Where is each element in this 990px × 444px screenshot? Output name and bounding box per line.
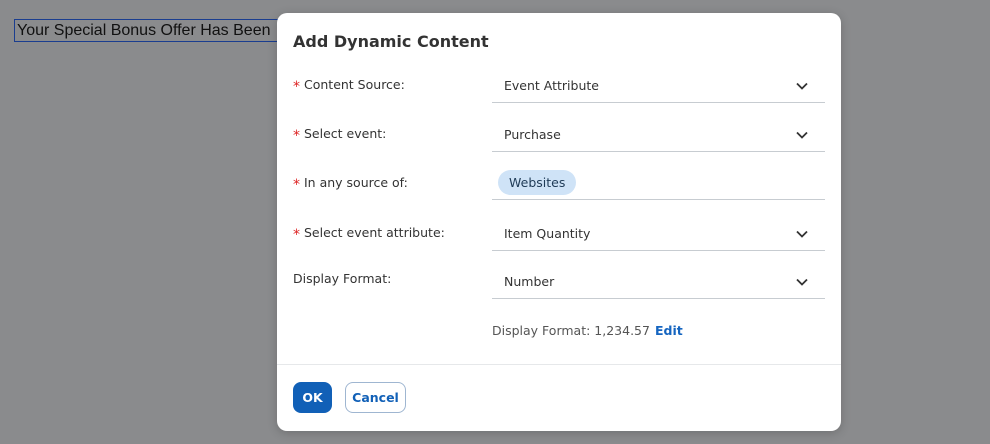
editor-text-selection[interactable]: Your Special Bonus Offer Has Been [14, 19, 300, 42]
select-event-attribute-label: * Select event attribute: [293, 225, 445, 243]
required-asterisk-icon: * [293, 79, 300, 95]
edit-format-link[interactable]: Edit [655, 323, 683, 338]
chevron-down-icon [796, 278, 808, 286]
content-source-label: * Content Source: [293, 77, 405, 95]
chevron-down-icon [796, 131, 808, 139]
cancel-button[interactable]: Cancel [345, 382, 406, 413]
source-chip-input[interactable]: Websites [492, 166, 825, 200]
display-format-value: Number [504, 274, 555, 289]
add-dynamic-content-dialog: Add Dynamic Content * Content Source: Eve… [277, 13, 841, 431]
select-event-attribute-value: Item Quantity [504, 226, 591, 241]
content-source-value: Event Attribute [504, 78, 599, 93]
format-preview-text: Display Format: 1,234.57 [492, 323, 650, 338]
dialog-title: Add Dynamic Content [293, 32, 489, 51]
select-event-value: Purchase [504, 127, 561, 142]
display-format-label: Display Format: [293, 271, 392, 286]
required-asterisk-icon: * [293, 128, 300, 144]
required-asterisk-icon: * [293, 227, 300, 243]
select-event-label: * Select event: [293, 126, 387, 144]
websites-chip[interactable]: Websites [498, 170, 577, 195]
required-asterisk-icon: * [293, 177, 300, 193]
select-event-dropdown[interactable]: Purchase [492, 118, 825, 152]
chevron-down-icon [796, 82, 808, 90]
footer-divider [277, 364, 841, 365]
chevron-down-icon [796, 230, 808, 238]
content-source-dropdown[interactable]: Event Attribute [492, 69, 825, 103]
ok-button[interactable]: OK [293, 382, 332, 413]
source-label: * In any source of: [293, 175, 408, 193]
display-format-dropdown[interactable]: Number [492, 265, 825, 299]
select-event-attribute-dropdown[interactable]: Item Quantity [492, 217, 825, 251]
